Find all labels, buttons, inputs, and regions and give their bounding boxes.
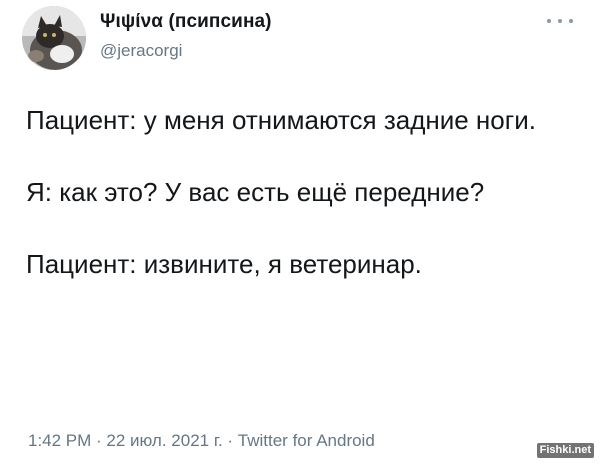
tweet-paragraph: Я: как это? У вас есть ещё передние? <box>26 177 485 207</box>
tweet-timestamp[interactable]: 1:42 PM · 22 июл. 2021 г. · Twitter for … <box>28 431 375 451</box>
author-display-name[interactable]: Ψιψίνα (псипсина) <box>100 11 272 33</box>
author-handle[interactable]: @jeracorgi <box>100 41 182 61</box>
tweet-paragraph: Пациент: извините, я ветеринар. <box>26 249 422 279</box>
more-dot <box>569 19 573 23</box>
more-dot <box>547 19 551 23</box>
more-horizontal-icon[interactable] <box>547 14 573 28</box>
more-dot <box>558 19 562 23</box>
tweet-paragraph: Пациент: у меня отнимаются задние ноги. <box>26 105 536 135</box>
watermark: Fishki.net <box>536 443 594 458</box>
tweet-card: Ψιψίνα (псипсина) @jeracorgi Пациент: у … <box>0 0 600 468</box>
tweet-text: Пациент: у меня отнимаются задние ноги. … <box>26 98 586 287</box>
avatar[interactable] <box>22 6 86 70</box>
cat-avatar-image <box>22 6 86 70</box>
